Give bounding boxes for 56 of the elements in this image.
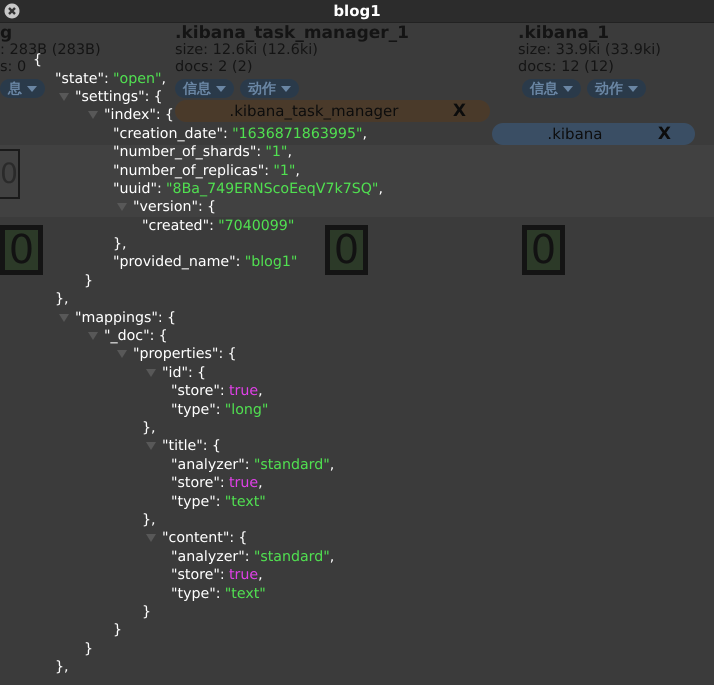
caret-icon (281, 86, 291, 92)
json-line: }, (142, 420, 156, 436)
caret-icon (628, 86, 638, 92)
json-line: "mappings": { (75, 310, 176, 326)
json-line: }, (142, 512, 156, 528)
json-line: "analyzer": "standard", (171, 548, 334, 565)
json-line: "_doc": { (104, 328, 168, 344)
json-line: "id": { (162, 364, 206, 381)
json-line: "provided_name": "blog1" (113, 254, 298, 270)
modal-title: blog1 (333, 2, 381, 20)
caret-icon (563, 86, 573, 92)
caret-icon (27, 86, 37, 92)
json-line: "uuid": "8Ba_749ERNScoEeqV7k7SQ", (113, 180, 383, 197)
collapse-toggle-icon[interactable] (145, 368, 157, 378)
json-line: "version": { (133, 199, 216, 216)
json-line: "index": { (104, 107, 174, 124)
alias-tag[interactable]: .kibana_task_manager X (175, 100, 490, 122)
json-line: "analyzer": "standard", (171, 456, 334, 473)
json-line: }, (113, 236, 127, 252)
json-line: "creation_date": "1636871863995", (113, 126, 368, 142)
json-line: } (113, 622, 122, 638)
json-line: } (84, 640, 94, 657)
json-line: } (142, 604, 152, 620)
collapse-toggle-icon[interactable] (58, 312, 70, 323)
alias-tag[interactable]: .kibana X (492, 123, 695, 145)
collapse-toggle-icon[interactable] (145, 441, 157, 452)
json-line: "type": "text" (171, 494, 266, 510)
dropdown-button[interactable]: 信息 (522, 79, 581, 98)
json-line: }, (55, 659, 69, 676)
caret-icon (216, 86, 226, 92)
collapse-toggle-icon[interactable] (116, 349, 128, 360)
dropdown-button[interactable]: 息 (0, 79, 45, 98)
json-line: "title": { (162, 438, 221, 454)
json-line: } (84, 272, 94, 289)
json-line: "number_of_replicas": "1", (113, 162, 300, 179)
collapse-toggle-icon[interactable] (145, 533, 157, 544)
json-line: "number_of_shards": "1", (113, 144, 292, 160)
json-line: "store": true, (171, 475, 263, 492)
json-line: "content": { (162, 530, 248, 546)
json-line: "store": true, (171, 383, 263, 400)
json-line: "type": "text" (171, 586, 266, 602)
dropdown-button[interactable]: 信息 (175, 79, 234, 98)
collapse-toggle-icon[interactable] (58, 92, 70, 102)
json-line: "created": "7040099" (142, 218, 294, 234)
collapse-toggle-icon[interactable] (87, 331, 99, 342)
dropdown-button[interactable]: 动作 (240, 79, 299, 98)
json-line: "state": "open", (55, 70, 166, 87)
json-line: "settings": { (75, 88, 163, 105)
json-line: "type": "long" (171, 402, 268, 418)
json-line: }, (55, 291, 69, 308)
collapse-toggle-icon[interactable] (87, 110, 99, 120)
json-line: "store": true, (171, 567, 263, 584)
close-icon[interactable] (4, 3, 20, 19)
json-line: { (33, 52, 42, 68)
json-line: "properties": { (133, 346, 237, 362)
dropdown-button[interactable]: 动作 (587, 79, 646, 98)
